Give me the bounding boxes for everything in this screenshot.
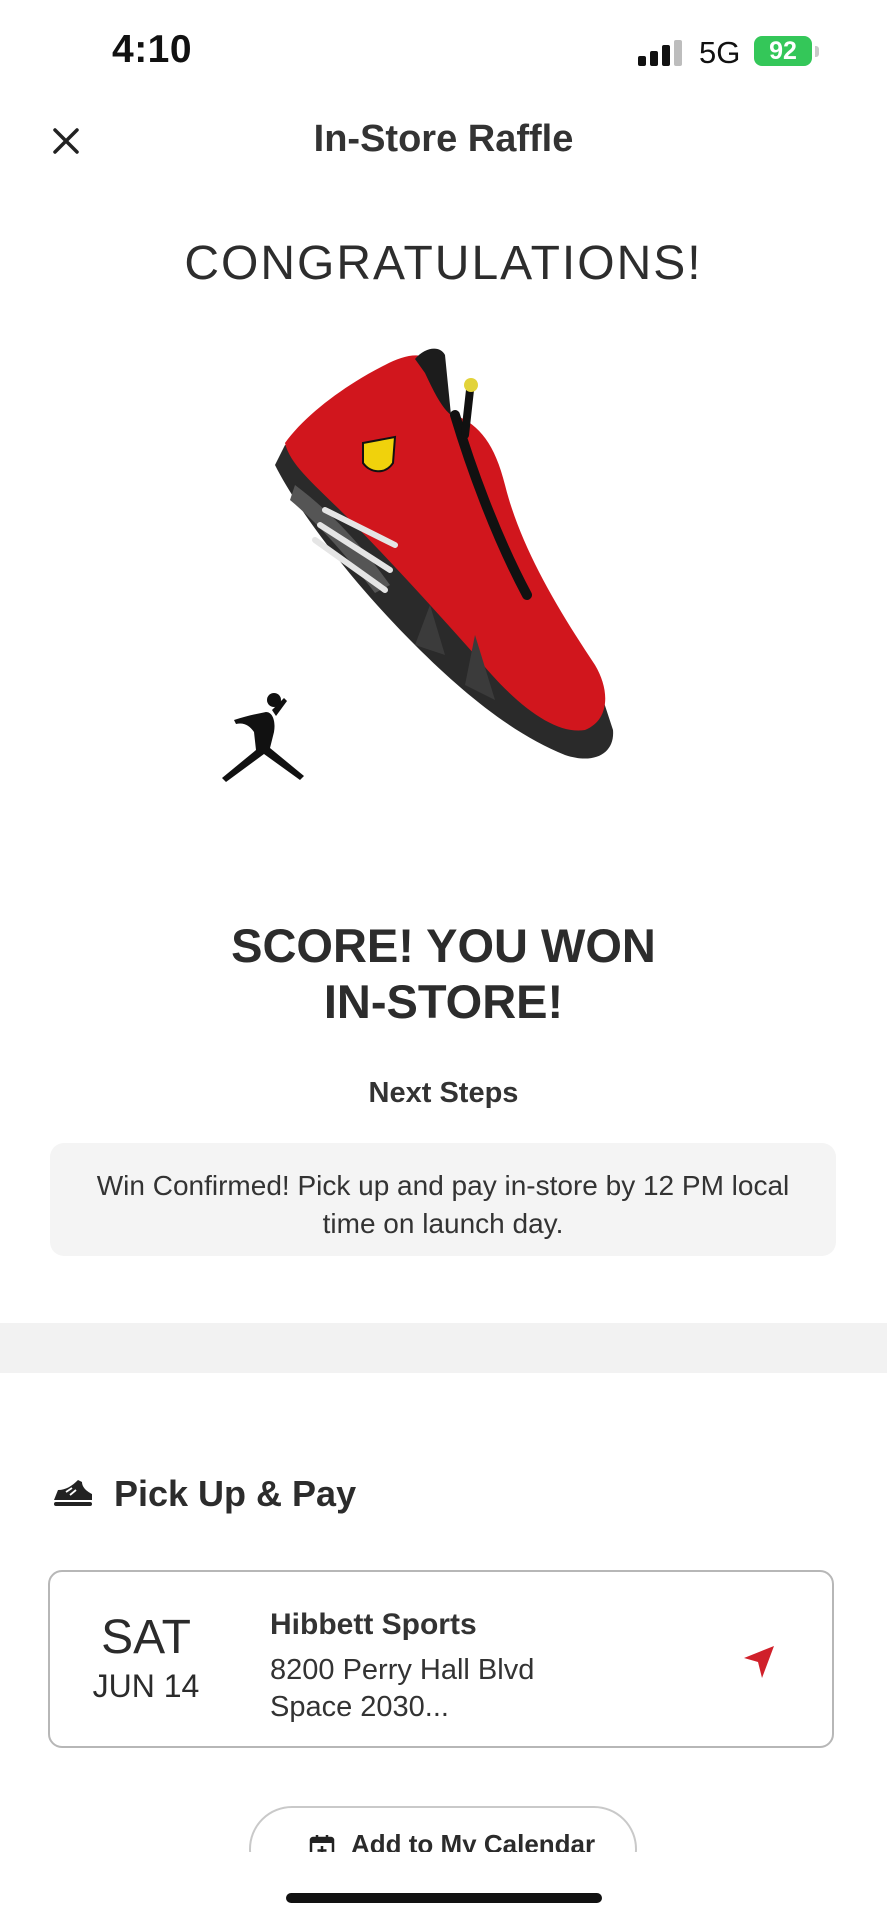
- page-title: In-Store Raffle: [313, 118, 574, 160]
- status-time: 4:10: [112, 28, 193, 71]
- jumpman-logo: [222, 693, 304, 782]
- network-type: 5G: [699, 35, 741, 70]
- calendar-plus-icon: [309, 1835, 335, 1852]
- win-headline-line1: SCORE! YOU WON: [231, 919, 656, 972]
- pickup-day: SAT: [101, 1611, 191, 1664]
- add-to-calendar-label: Add to My Calendar: [351, 1829, 596, 1852]
- signal-icon: [638, 40, 682, 66]
- navigation-arrow-icon[interactable]: [740, 1644, 776, 1680]
- store-address-line2: Space 2030...: [270, 1691, 449, 1723]
- pickup-date: JUN 14: [92, 1668, 200, 1704]
- product-image: [275, 348, 614, 759]
- win-headline-line2: IN-STORE!: [323, 975, 564, 1028]
- section-divider: [0, 1323, 887, 1373]
- home-indicator: [286, 1893, 602, 1903]
- win-headline: SCORE! YOU WON IN-STORE!: [0, 918, 887, 1030]
- calendar-button-clip: Add to My Calendar: [240, 1800, 660, 1852]
- add-to-calendar-button[interactable]: Add to My Calendar: [249, 1806, 637, 1852]
- battery-tip: [815, 46, 819, 57]
- battery-indicator: 92: [754, 36, 812, 66]
- win-confirmation-message: Win Confirmed! Pick up and pay in-store …: [50, 1143, 836, 1256]
- pickup-section-title: Pick Up & Pay: [114, 1473, 357, 1514]
- store-name: Hibbett Sports: [270, 1608, 477, 1641]
- sneaker-icon: [54, 1480, 92, 1506]
- next-steps-label: Next Steps: [368, 1077, 519, 1109]
- store-address-line1: 8200 Perry Hall Blvd: [270, 1654, 535, 1686]
- congratulations-heading: CONGRATULATIONS!: [184, 237, 703, 290]
